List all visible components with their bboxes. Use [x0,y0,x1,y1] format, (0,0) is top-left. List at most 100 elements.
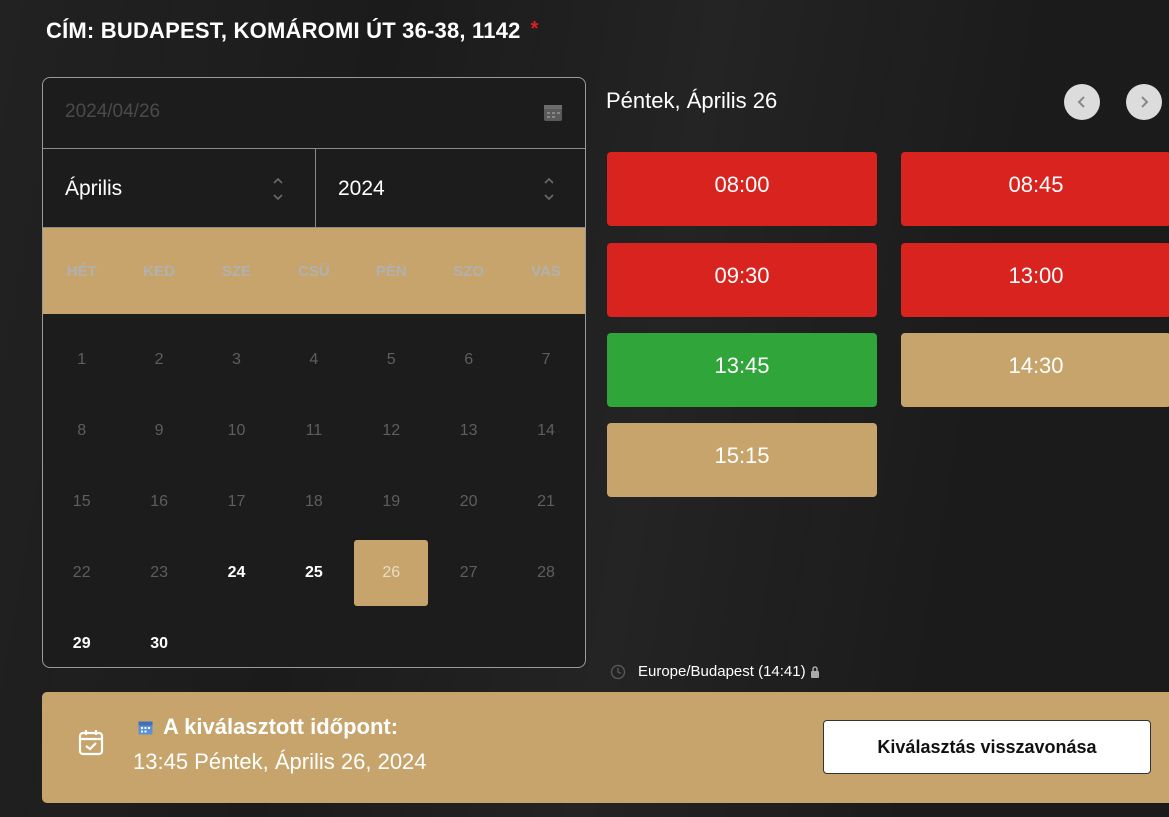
weekday-label: VAS [531,262,561,280]
calendar-day-number: 16 [150,492,168,510]
time-slot-label: 09:30 [714,263,770,288]
timezone-label: Europe/Budapest (14:41) [638,663,806,680]
calendar-day: 14 [507,398,584,464]
next-day-button[interactable] [1126,84,1162,120]
calendar-day-number: 3 [232,350,241,368]
calendar-icon[interactable] [543,102,563,122]
time-slot-free[interactable]: 15:15 [607,423,877,497]
calendar-week-row: 22 23 24 25 26 27 28 [43,537,585,608]
calendar-panel: Április 2024 HÉT KED SZE CSÜ PÉN SZO VAS… [42,77,586,668]
selection-summary: A kiválasztott időpont: 13:45 Péntek, Áp… [42,692,1169,803]
calendar-day-number: 19 [382,492,401,510]
calendar-day: 1 [43,327,120,393]
calendar-day-number: 9 [154,421,164,439]
month-select[interactable]: Április [43,149,316,227]
calendar-empty-cell [198,611,275,668]
month-spinner-icon[interactable] [271,171,285,207]
address-label: CÍM: BUDAPEST, KOMÁROMI ÚT 36-38, 1142 [46,18,521,43]
calendar-day-number: 7 [541,350,551,368]
calendar-day: 7 [507,327,584,393]
calendar-day[interactable]: 24 [198,540,275,606]
undo-selection-button[interactable]: Kiválasztás visszavonása [823,720,1151,774]
address-title: CÍM: BUDAPEST, KOMÁROMI ÚT 36-38, 1142 * [46,18,539,44]
calendar-day-number: 17 [227,492,246,510]
calendar-day: 2 [120,327,197,393]
calendar-day-number: 20 [459,492,478,510]
calendar-day: 8 [43,398,120,464]
calendar-day-number: 18 [304,492,323,510]
month-value: Április [65,177,123,200]
time-slot-booked: 08:45 [901,152,1169,226]
calendar-day-number: 4 [309,350,319,368]
clock-icon [610,664,626,679]
calendar-day-number: 27 [459,563,478,581]
time-slot-booked: 08:00 [607,152,877,226]
time-slot-booked: 13:00 [901,243,1169,317]
calendar-day: 18 [275,469,352,535]
date-input[interactable] [63,100,367,124]
calendar-day: 5 [353,327,430,393]
time-slot-label: 14:30 [1008,353,1064,378]
calendar-day: 4 [275,327,352,393]
calendar-empty-cell [507,611,584,668]
calendar-day[interactable]: 30 [120,611,197,668]
calendar-week-row: 1 2 3 4 5 6 7 [43,324,585,395]
selection-value: 13:45 Péntek, Április 26, 2024 [133,749,427,774]
weekday-label: HÉT [66,262,97,280]
calendar-check-icon [78,730,104,756]
time-slot-free[interactable]: 14:30 [901,333,1169,407]
calendar-day-number: 12 [382,421,401,439]
calendar-day: 22 [43,540,120,606]
chevron-right-icon [1141,96,1149,108]
calendar-week-row: 8 9 10 11 12 13 14 [43,395,585,466]
calendar-day[interactable]: 26 [353,539,430,606]
year-select[interactable]: 2024 [316,149,585,227]
calendar-day: 20 [430,469,507,535]
weekday-header: HÉT KED SZE CSÜ PÉN SZO VAS [43,228,585,314]
weekday-label: SZE [221,262,252,280]
calendar-day: 23 [120,540,197,606]
prev-day-button[interactable] [1064,84,1100,120]
selected-day-header: Péntek, Április 26 [606,88,778,113]
calendar-day: 27 [430,540,507,606]
day-grid: 1 2 3 4 5 6 7 8 9 10 11 12 13 14 15 16 17 18 19 20 21 22 23 24 2… [43,314,585,668]
time-slot-label: 08:45 [1008,172,1064,197]
calendar-day: 16 [120,469,197,535]
calendar-day-number: 22 [72,563,91,581]
calendar-day: 17 [198,469,275,535]
calendar-day-number: 8 [77,421,87,439]
calendar-week-row: 29 30 [43,608,585,668]
calendar-empty-cell [430,611,507,668]
weekday-label: SZO [453,262,485,280]
year-value: 2024 [338,177,385,200]
calendar-empty-cell [275,611,352,668]
calendar-day-number: 6 [464,350,474,368]
calendar-day-number: 23 [150,563,168,581]
time-slot-label: 13:00 [1008,263,1064,288]
time-slot-label: 15:15 [714,443,770,468]
weekday-label: KED [143,262,175,280]
calendar-day: 15 [43,469,120,535]
calendar-day-number: 28 [537,563,555,581]
calendar-day-number: 29 [72,634,91,652]
mini-calendar-icon [138,721,153,734]
calendar-day[interactable]: 29 [43,611,120,668]
time-slot-selected[interactable]: 13:45 [607,333,877,407]
calendar-day: 11 [275,398,352,464]
time-slot-label: 13:45 [714,353,770,378]
time-slot-booked: 09:30 [607,243,877,317]
calendar-day-number: 26 [354,539,429,606]
required-marker: * [530,18,539,40]
calendar-day: 13 [430,398,507,464]
calendar-empty-cell [353,611,430,668]
calendar-day: 12 [353,398,430,464]
calendar-day-number: 13 [459,421,478,439]
weekday-label: PÉN [375,262,407,280]
time-slot-label: 08:00 [714,172,770,197]
calendar-day-number: 25 [304,563,323,581]
calendar-day[interactable]: 25 [275,540,352,606]
chevron-left-icon [1077,96,1085,108]
selection-heading-row: A kiválasztott időpont: [138,714,398,740]
calendar-day: 10 [198,398,275,464]
year-spinner-icon[interactable] [542,171,556,207]
